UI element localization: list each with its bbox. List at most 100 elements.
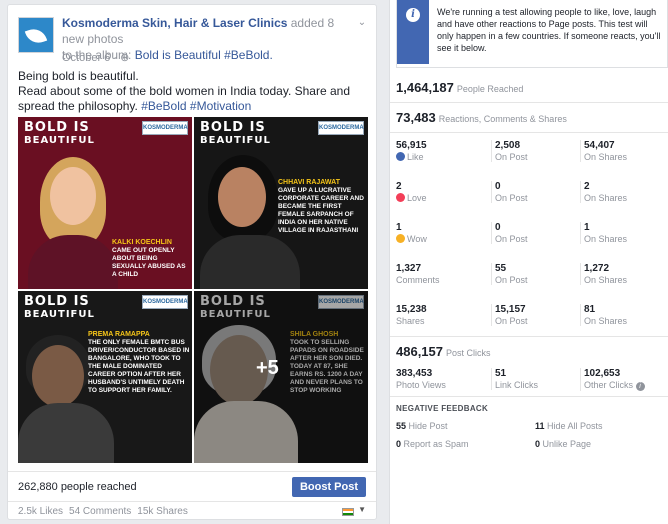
post-text-line1: Being bold is beautiful.	[18, 69, 139, 83]
logo-leaf-icon	[24, 25, 48, 47]
stat-value: 81	[584, 304, 596, 315]
caret-down-icon[interactable]: ▼	[358, 505, 366, 514]
bold-text: BOLD	[24, 120, 74, 135]
stat-label: Wow	[407, 234, 427, 244]
stat-label-row: Love	[396, 193, 482, 203]
shares-on-shares-stat: 81 On Shares	[580, 304, 666, 326]
stat-value: 1	[396, 222, 402, 233]
people-reached-label: People Reached	[456, 84, 524, 94]
stat-label: Comments	[396, 275, 440, 285]
bold-is-beautiful-title: BOLD IS BEAUTIFUL	[200, 121, 271, 147]
hashtag-links[interactable]: #BeBold #Motivation	[141, 99, 251, 113]
love-on-shares-stat: 2 On Shares	[580, 181, 666, 203]
stat-label: On Post	[495, 193, 528, 203]
stat-label: On Post	[495, 152, 528, 162]
engagement-label: Reactions, Comments & Shares	[438, 114, 567, 124]
photo-face	[32, 345, 84, 407]
comments-on-post-stat: 55 On Post	[491, 263, 577, 285]
kosmoderma-logo: KOSMODERMA	[318, 121, 364, 135]
stat-value: 102,653	[584, 368, 621, 379]
kosmoderma-logo: KOSMODERMA	[142, 295, 188, 309]
stat-label: Shares	[396, 316, 425, 326]
reach-bar: 262,880 people reached Boost Post	[8, 471, 376, 501]
is-text: IS	[73, 120, 90, 135]
stat-label-row: Like	[396, 152, 482, 162]
people-reached-text[interactable]: 262,880 people reached	[18, 481, 137, 493]
post-date[interactable]: October 6 ·	[62, 52, 120, 64]
photo-tile[interactable]: BOLD IS BEAUTIFUL KOSMODERMA KALKI KOECHL…	[18, 117, 192, 289]
is-text: IS	[73, 294, 90, 309]
like-stat: 56,915 Like	[396, 140, 482, 162]
post-clicks-label: Post Clicks	[446, 348, 491, 358]
likes-count[interactable]: 2.5k Likes	[18, 506, 63, 517]
divider	[390, 102, 668, 103]
stat-label: On Shares	[584, 193, 628, 203]
people-reached-row: 1,464,187 People Reached	[396, 80, 662, 95]
shares-stat: 15,238 Shares	[396, 304, 482, 326]
comments-stat: 1,327 Comments	[396, 263, 482, 285]
love-on-post-stat: 0 On Post	[491, 181, 577, 203]
insights-panel: i We're running a test allowing people t…	[389, 0, 668, 524]
photo-person-name: CHHAVI RAJAWAT	[278, 179, 340, 186]
like-on-post-stat: 2,508 On Post	[491, 140, 577, 162]
divider	[390, 336, 668, 337]
wow-icon	[396, 234, 405, 243]
notice-text: We're running a test allowing people to …	[437, 7, 661, 53]
like-on-shares-stat: 54,407 On Shares	[580, 140, 666, 162]
stat-value: 54,407	[584, 140, 615, 151]
post-timestamp[interactable]: October 6 · ⊕	[62, 51, 129, 64]
social-counts: 2.5k Likes 54 Comments 15k Shares	[18, 506, 194, 517]
page: Kosmoderma Skin, Hair & Laser Clinics ad…	[0, 0, 668, 524]
shares-count[interactable]: 15k Shares	[137, 506, 188, 517]
photo-body	[28, 235, 118, 289]
flag-icon[interactable]	[342, 508, 354, 516]
stat-label-row: Wow	[396, 234, 482, 244]
photo-tile[interactable]: BOLD IS BEAUTIFUL KOSMODERMA CHHAVI RAJAW…	[194, 117, 368, 289]
stat-label: Unlike Page	[540, 439, 592, 449]
boost-post-button[interactable]: Boost Post	[291, 477, 366, 497]
shares-on-post-stat: 15,157 On Post	[491, 304, 577, 326]
stat-label: Love	[407, 193, 427, 203]
photo-body	[200, 235, 300, 289]
info-icon[interactable]: i	[635, 382, 645, 391]
like-icon	[396, 152, 405, 161]
photo-face	[50, 167, 96, 225]
love-icon	[396, 193, 405, 202]
stat-value: 2,508	[495, 140, 521, 151]
stat-label: On Post	[495, 275, 528, 285]
stat-label: Other Clicks	[584, 380, 634, 390]
notice-icon-box: i	[397, 0, 429, 64]
stat-label: Photo Views	[396, 380, 446, 390]
bold-is-beautiful-title: BOLD IS BEAUTIFUL	[24, 121, 95, 147]
bold-text: BOLD	[200, 120, 250, 135]
stat-value: 15,157	[495, 304, 526, 315]
stat-value: 15,238	[396, 304, 427, 315]
post-card: Kosmoderma Skin, Hair & Laser Clinics ad…	[7, 4, 377, 520]
wow-on-post-stat: 0 On Post	[491, 222, 577, 244]
stat-value: 56,915	[396, 140, 427, 151]
stat-label: On Shares	[584, 275, 628, 285]
chevron-down-icon[interactable]: ⌄	[356, 17, 368, 29]
stat-label: Like	[407, 152, 424, 162]
photo-caption-text: THE ONLY FEMALE BMTC BUS DRIVER/CONDUCTO…	[88, 339, 190, 394]
stat-value: 2	[396, 181, 402, 192]
page-avatar[interactable]	[18, 17, 54, 53]
engagement-row: 73,483 Reactions, Comments & Shares	[396, 110, 662, 125]
unlike-page-stat: 0 Unlike Page	[535, 439, 591, 449]
photo-views-stat: 383,453 Photo Views	[396, 368, 482, 390]
photo-body	[18, 403, 114, 463]
more-photos-count[interactable]: +5	[256, 357, 279, 380]
hide-post-stat: 55 Hide Post	[396, 421, 448, 431]
post-header: Kosmoderma Skin, Hair & Laser Clinics ad…	[18, 15, 368, 64]
photo-caption-text: GAVE UP A LUCRATIVE CORPORATE CAREER AND…	[278, 187, 364, 234]
photo-grid: BOLD IS BEAUTIFUL KOSMODERMA KALKI KOECHL…	[18, 117, 368, 463]
beautiful-text: BEAUTIFUL	[24, 309, 95, 320]
photo-tile[interactable]: BOLD IS BEAUTIFUL KOSMODERMA PREMA RAMAPP…	[18, 291, 192, 463]
stat-label: On Shares	[584, 234, 628, 244]
album-link[interactable]: Bold is Beautiful #BeBold.	[135, 48, 273, 62]
stat-label: Hide Post	[406, 421, 448, 431]
comments-count[interactable]: 54 Comments	[69, 506, 131, 517]
page-name-link[interactable]: Kosmoderma Skin, Hair & Laser Clinics	[62, 16, 287, 30]
photo-tile-more[interactable]: BOLD IS BEAUTIFUL KOSMODERMA SHILA GHOSH T…	[194, 291, 368, 463]
other-clicks-stat: 102,653 Other Clicks i	[580, 368, 666, 391]
